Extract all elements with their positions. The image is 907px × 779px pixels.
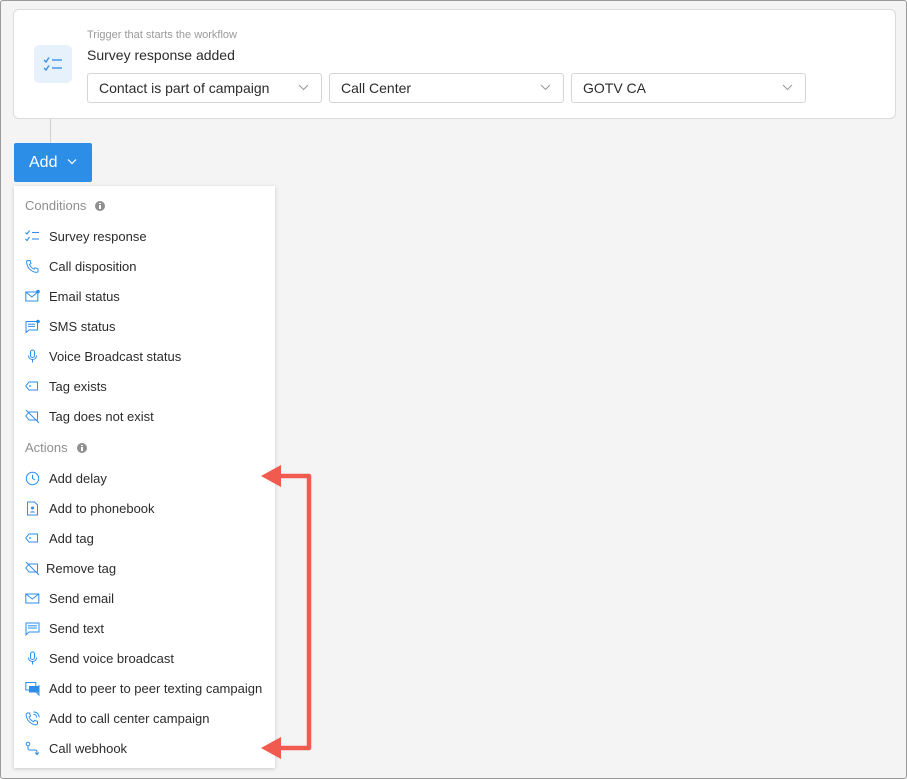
annotation-bracket-arrows [261,465,312,759]
